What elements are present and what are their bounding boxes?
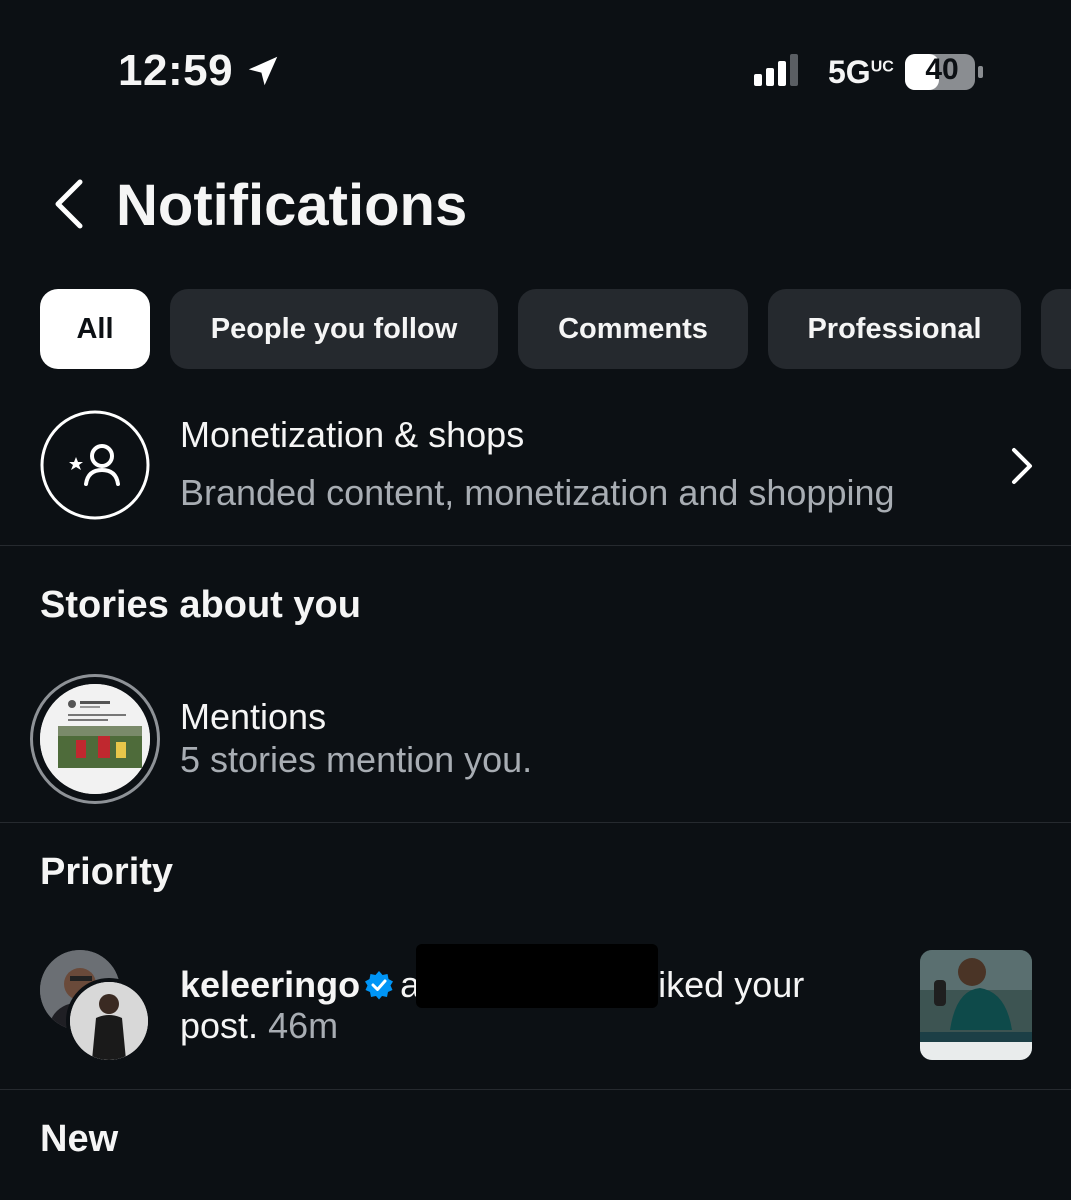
back-chevron-icon[interactable] — [48, 176, 92, 232]
mentions-title: Mentions — [180, 696, 327, 737]
network-type: 5GUC — [828, 54, 894, 90]
story-thumbnail — [40, 684, 150, 794]
battery-level: 40 — [925, 53, 959, 86]
username-link[interactable]: keleeringo — [180, 964, 360, 1005]
chevron-right-icon — [1012, 448, 1032, 484]
mentions-subtitle: 5 stories mention you. — [180, 739, 533, 780]
section-heading-new: New — [40, 1118, 119, 1160]
avatar[interactable] — [66, 978, 152, 1064]
cellular-signal-icon — [754, 54, 798, 86]
notification-text-line2: post. 46m — [180, 1005, 339, 1046]
battery-icon: 40 — [904, 52, 984, 92]
verified-badge-icon — [365, 971, 394, 1000]
divider — [0, 545, 1071, 546]
status-time: 12:59 — [118, 46, 234, 95]
section-heading-priority: Priority — [40, 851, 174, 893]
redacted-username — [416, 944, 658, 1008]
divider — [0, 1089, 1071, 1090]
section-heading-stories: Stories about you — [40, 584, 361, 626]
tab-people-you-follow[interactable]: People you follow — [170, 289, 498, 369]
divider — [0, 822, 1071, 823]
person-star-icon — [40, 410, 150, 520]
tab-more-partial[interactable] — [1041, 289, 1071, 369]
location-arrow-icon — [248, 56, 278, 86]
monetization-subtitle: Branded content, monetization and shoppi… — [180, 472, 895, 513]
tab-all[interactable]: All — [40, 289, 150, 369]
page-title: Notifications — [116, 173, 468, 238]
post-thumbnail[interactable] — [920, 950, 1032, 1060]
tab-professional[interactable]: Professional — [768, 289, 1021, 369]
monetization-title: Monetization & shops — [180, 414, 525, 455]
timestamp: 46m — [268, 1005, 339, 1046]
tab-comments[interactable]: Comments — [518, 289, 748, 369]
